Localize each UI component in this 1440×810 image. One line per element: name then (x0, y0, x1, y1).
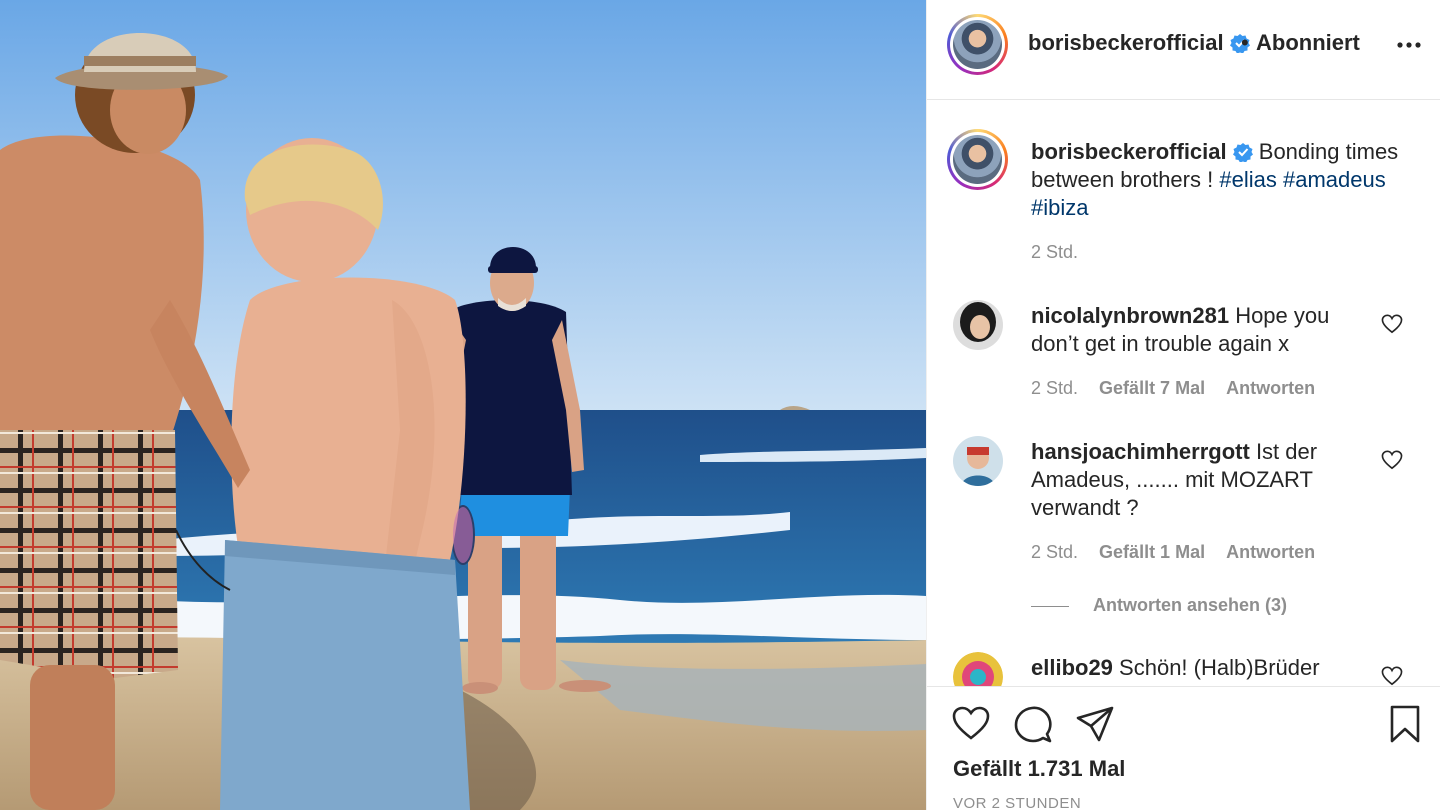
comment-username[interactable]: nicolalynbrown281 (1031, 303, 1229, 328)
post-actions-bar: Gefällt 1.731 Mal VOR 2 STUNDEN (927, 686, 1440, 810)
view-replies-button[interactable]: Antworten ansehen (3) (1031, 595, 1287, 616)
caption-avatar[interactable] (947, 129, 1008, 190)
reply-button[interactable]: Antworten (1226, 542, 1315, 562)
caption-time[interactable]: 2 Std. (1031, 242, 1078, 263)
post-date[interactable]: VOR 2 STUNDEN (953, 795, 1081, 810)
comment-body: Schön! (Halb)Brüder (1119, 655, 1320, 680)
comment-username[interactable]: ellibo29 (1031, 655, 1113, 680)
heart-icon[interactable] (1381, 314, 1403, 334)
post-header: borisbeckerofficial • Abonniert (927, 0, 1440, 100)
comment-text: ellibo29 Schön! (Halb)Brüder (1031, 654, 1361, 682)
comment-username[interactable]: hansjoachimherrgott (1031, 439, 1250, 464)
caption-username[interactable]: borisbeckerofficial (1031, 139, 1227, 164)
beach-photo-image (0, 0, 926, 810)
comment-time[interactable]: 2 Std. (1031, 378, 1078, 398)
hashtag-link[interactable]: #elias (1219, 167, 1276, 192)
follow-status-button[interactable]: Abonniert (1256, 30, 1360, 56)
comment-text: nicolalynbrown281 Hope you don’t get in … (1031, 302, 1361, 358)
verified-badge-icon (1232, 143, 1253, 162)
comment-meta: 2 Std. Gefällt 1 Mal Antworten (1031, 542, 1331, 563)
comment-likes[interactable]: Gefällt 7 Mal (1099, 378, 1205, 398)
hashtag-link[interactable]: #amadeus (1283, 167, 1386, 192)
commenter-avatar[interactable] (953, 300, 1003, 350)
share-icon[interactable] (1075, 704, 1115, 744)
comment-icon[interactable] (1013, 704, 1053, 744)
author-username[interactable]: borisbeckerofficial (1028, 30, 1224, 55)
author-avatar[interactable] (947, 14, 1008, 75)
replies-divider-line (1031, 605, 1069, 607)
comment-text: hansjoachimherrgott Ist der Amadeus, ...… (1031, 438, 1361, 522)
post-likes-count[interactable]: Gefällt 1.731 Mal (953, 756, 1125, 782)
bookmark-icon[interactable] (1385, 704, 1425, 744)
comment-time[interactable]: 2 Std. (1031, 542, 1078, 562)
author-username-link[interactable]: borisbeckerofficial (1028, 30, 1250, 56)
reply-button[interactable]: Antworten (1226, 378, 1315, 398)
post-photo[interactable] (0, 0, 926, 810)
heart-icon[interactable] (1381, 666, 1403, 686)
heart-icon[interactable] (1381, 450, 1403, 470)
hashtag-link[interactable]: #ibiza (1031, 195, 1088, 220)
heart-icon[interactable] (951, 704, 991, 744)
comment-meta: 2 Std. Gefällt 7 Mal Antworten (1031, 378, 1331, 399)
comment-likes[interactable]: Gefällt 1 Mal (1099, 542, 1205, 562)
header-separator: • (1241, 30, 1249, 55)
post-side-panel: borisbeckerofficial • Abonniert borisbec… (926, 0, 1440, 810)
more-options-icon[interactable] (1397, 40, 1421, 50)
caption-text: borisbeckerofficial Bonding times betwee… (1031, 138, 1401, 222)
view-replies-label[interactable]: Antworten ansehen (3) (1093, 595, 1287, 615)
commenter-avatar[interactable] (953, 436, 1003, 486)
